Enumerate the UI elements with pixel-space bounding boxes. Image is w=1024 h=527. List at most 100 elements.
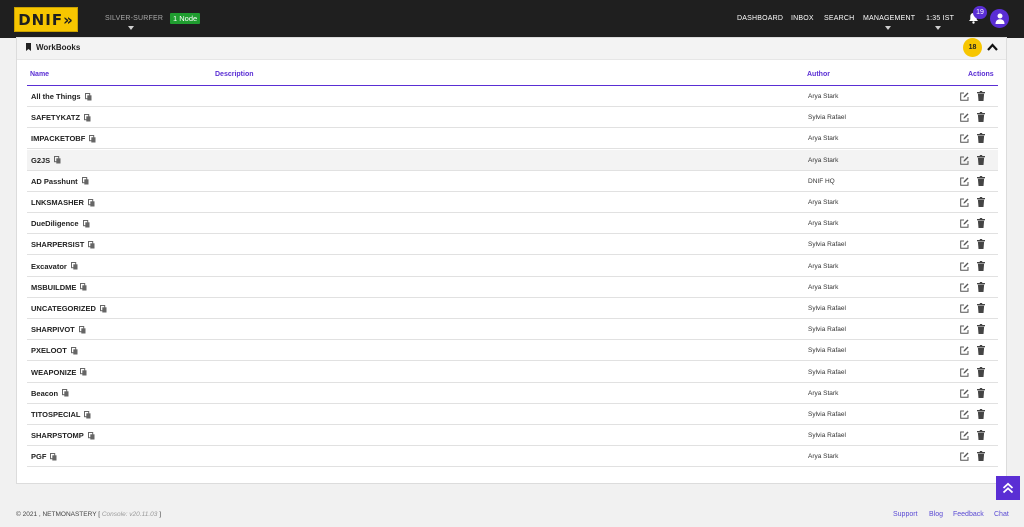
workbook-name-text[interactable]: TITOSPECIAL	[31, 410, 80, 419]
workbook-name[interactable]: G2JS	[31, 156, 61, 165]
workbook-name[interactable]: AD Passhunt	[31, 177, 89, 186]
workbook-name-text[interactable]: AD Passhunt	[31, 177, 78, 186]
trash-icon[interactable]	[977, 409, 985, 419]
copy-icon[interactable]	[54, 156, 61, 164]
workbook-name-text[interactable]: PGF	[31, 452, 46, 461]
table-row[interactable]: G2JS Arya Stark	[27, 149, 998, 171]
trash-icon[interactable]	[977, 91, 985, 101]
nav-management[interactable]: MANAGEMENT	[863, 15, 915, 22]
edit-icon[interactable]	[960, 325, 969, 334]
edit-icon[interactable]	[960, 198, 969, 207]
footer-link-feedback[interactable]: Feedback	[953, 511, 984, 518]
copy-icon[interactable]	[89, 134, 96, 143]
workbook-name[interactable]: MSBUILDME	[31, 283, 87, 292]
edit-icon[interactable]	[960, 240, 969, 250]
workbook-name-text[interactable]: Beacon	[31, 389, 58, 398]
workbook-name-text[interactable]: PXELOOT	[31, 346, 67, 355]
edit-icon[interactable]	[960, 346, 969, 356]
copy-icon[interactable]	[84, 92, 92, 101]
trash-icon[interactable]	[977, 218, 985, 229]
copy-icon[interactable]	[84, 410, 91, 419]
trash-icon[interactable]	[977, 366, 985, 377]
workbook-name[interactable]: SHARPSTOMP	[31, 431, 95, 440]
copy-icon[interactable]	[70, 346, 78, 355]
scroll-to-top-button[interactable]	[996, 476, 1020, 500]
footer-link-blog[interactable]: Blog	[929, 511, 943, 518]
workbook-name-text[interactable]: LNKSMASHER	[31, 198, 84, 207]
workbook-name-text[interactable]: SHARPSTOMP	[31, 431, 84, 440]
workbook-name-text[interactable]: UNCATEGORIZED	[31, 304, 96, 313]
footer-link-chat[interactable]: Chat	[994, 511, 1009, 518]
workbook-name-text[interactable]: MSBUILDME	[31, 283, 76, 292]
trash-icon[interactable]	[977, 451, 985, 462]
workbook-name-text[interactable]: SHARPIVOT	[31, 325, 75, 334]
edit-icon[interactable]	[960, 262, 969, 271]
trash-icon[interactable]	[977, 154, 985, 165]
management-chevron-down-icon[interactable]	[885, 26, 891, 30]
trash-icon[interactable]	[977, 197, 985, 207]
trash-icon[interactable]	[977, 324, 985, 335]
copy-icon[interactable]	[70, 262, 78, 270]
trash-icon[interactable]	[977, 260, 985, 271]
workbook-name[interactable]: UNCATEGORIZED	[31, 304, 107, 313]
workbook-name[interactable]: Beacon	[31, 389, 69, 398]
trash-icon[interactable]	[977, 281, 985, 292]
table-row[interactable]: SHARPIVOT Sylvia Rafael	[27, 319, 998, 341]
workbook-name-text[interactable]: SHARPERSIST	[31, 240, 84, 249]
time-chevron-down-icon[interactable]	[935, 26, 941, 30]
nav-dashboard[interactable]: DASHBOARD	[737, 15, 783, 22]
table-row[interactable]: PGF Arya Stark	[27, 446, 998, 468]
table-row[interactable]: AD Passhunt DNIF HQ	[27, 170, 998, 192]
column-header-author[interactable]: Author	[807, 71, 830, 78]
workbook-name[interactable]: WEAPONIZE	[31, 368, 87, 377]
trash-icon[interactable]	[977, 430, 985, 441]
table-row[interactable]: SHARPSTOMP Sylvia Rafael	[27, 425, 998, 447]
workbook-name[interactable]: DueDiligence	[31, 219, 90, 228]
workbook-name[interactable]: TITOSPECIAL	[31, 410, 91, 419]
table-row[interactable]: IMPACKETOBF Arya Stark	[27, 128, 998, 150]
workbook-name[interactable]: PGF	[31, 452, 57, 461]
edit-icon[interactable]	[960, 389, 969, 398]
edit-icon[interactable]	[960, 156, 969, 165]
copy-icon[interactable]	[50, 452, 57, 461]
workbook-name[interactable]: All the Things	[31, 92, 92, 101]
edit-icon[interactable]	[960, 452, 969, 462]
copy-icon[interactable]	[62, 389, 69, 397]
trash-icon[interactable]	[977, 387, 985, 398]
workbook-name[interactable]: LNKSMASHER	[31, 198, 95, 207]
dnif-logo[interactable]: DNIF»	[14, 7, 78, 32]
workbook-name-text[interactable]: SAFETYKATZ	[31, 113, 80, 122]
copy-icon[interactable]	[87, 431, 95, 440]
edit-icon[interactable]	[960, 283, 969, 292]
workbook-name-text[interactable]: IMPACKETOBF	[31, 134, 85, 143]
table-row[interactable]: SHARPERSIST Sylvia Rafael	[27, 234, 998, 256]
copy-icon[interactable]	[81, 177, 89, 185]
copy-icon[interactable]	[80, 368, 87, 376]
workbook-name[interactable]: PXELOOT	[31, 346, 78, 355]
edit-icon[interactable]	[960, 431, 969, 440]
table-row[interactable]: UNCATEGORIZED Sylvia Rafael	[27, 298, 998, 319]
instance-chevron-down-icon[interactable]	[128, 26, 134, 30]
workbook-name-text[interactable]: Excavator	[31, 262, 67, 271]
copy-icon[interactable]	[87, 198, 95, 207]
table-row[interactable]: MSBUILDME Arya Stark	[27, 276, 998, 298]
trash-icon[interactable]	[977, 345, 985, 356]
copy-icon[interactable]	[80, 283, 87, 291]
edit-icon[interactable]	[960, 219, 969, 228]
copy-icon[interactable]	[78, 325, 86, 334]
edit-icon[interactable]	[960, 113, 969, 122]
table-row[interactable]: TITOSPECIAL Sylvia Rafael	[27, 404, 998, 425]
workbook-name[interactable]: SHARPIVOT	[31, 325, 86, 334]
workbook-name[interactable]: SAFETYKATZ	[31, 113, 91, 122]
workbook-name-text[interactable]: G2JS	[31, 156, 50, 165]
nav-search[interactable]: SEARCH	[824, 15, 854, 22]
copy-icon[interactable]	[88, 240, 95, 249]
table-row[interactable]: All the Things Arya Stark	[27, 86, 998, 107]
table-row[interactable]: WEAPONIZE Sylvia Rafael	[27, 361, 998, 383]
trash-icon[interactable]	[977, 303, 985, 313]
table-row[interactable]: SAFETYKATZ Sylvia Rafael	[27, 107, 998, 129]
notification-count-badge[interactable]: 19	[973, 6, 987, 19]
edit-icon[interactable]	[960, 410, 969, 419]
trash-icon[interactable]	[977, 175, 985, 186]
workbook-name-text[interactable]: All the Things	[31, 92, 81, 101]
